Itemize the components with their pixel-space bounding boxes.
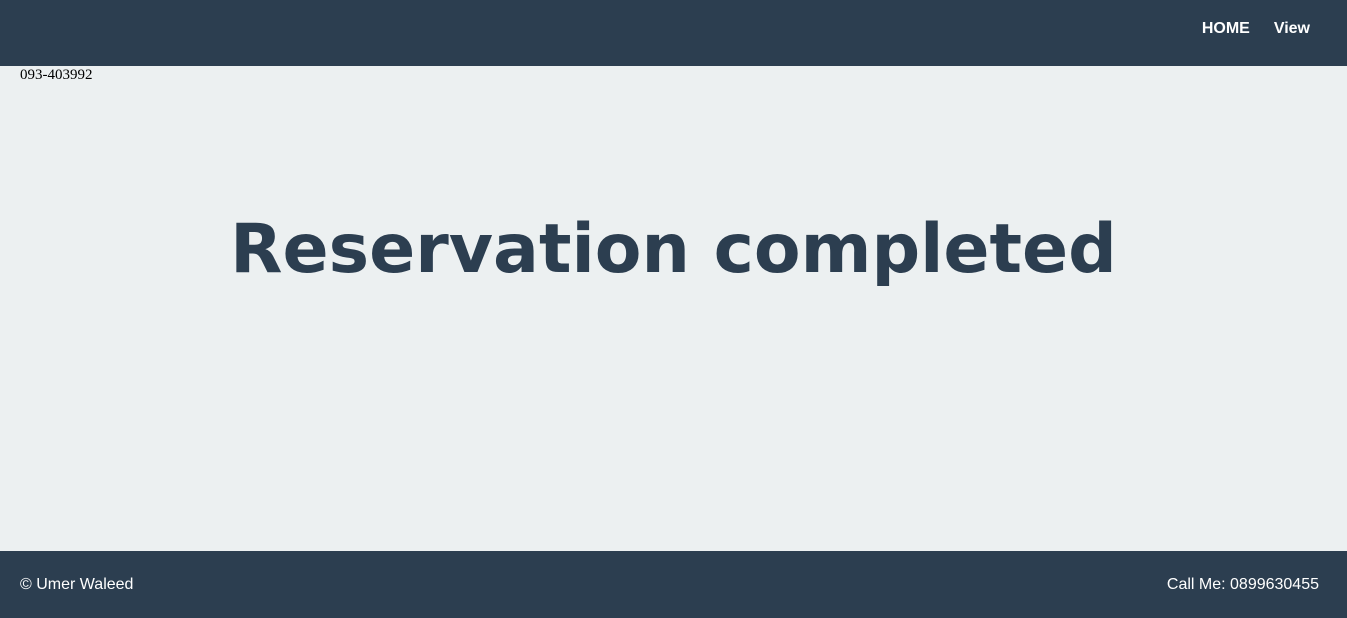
phone-number-text: 093-403992 [20,67,93,83]
nav-view-link[interactable]: View [1274,19,1310,39]
footer: © Umer Waleed Call Me: 0899630455 [0,551,1347,618]
main-nav: HOME View [1202,19,1310,39]
footer-copyright: © Umer Waleed [20,576,134,593]
footer-contact: Call Me: 0899630455 [1166,576,1319,593]
nav-home-link[interactable]: HOME [1202,19,1250,39]
top-navbar: HOME View [0,0,1347,66]
page-title: Reservation completed [230,210,1117,289]
